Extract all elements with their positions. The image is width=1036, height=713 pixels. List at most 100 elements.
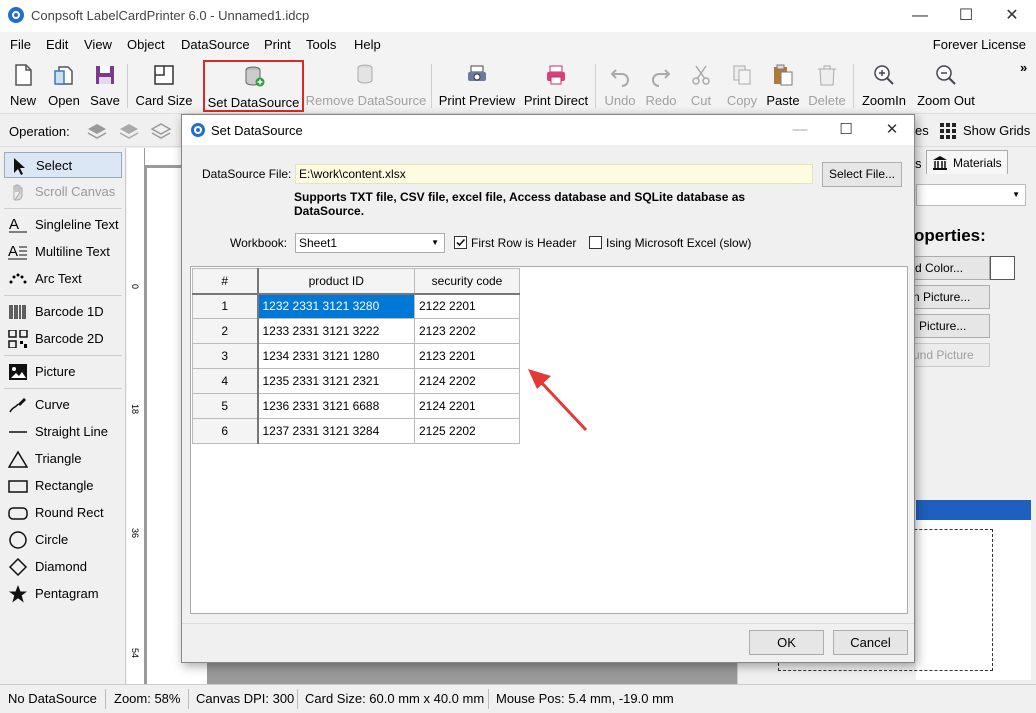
row-header[interactable]: 2 [192,318,259,344]
tool-triangle[interactable]: Triangle [4,446,122,472]
print-preview-button[interactable]: Print Preview [437,60,517,112]
set-datasource-button[interactable]: Set DataSource [203,60,304,112]
table-row[interactable]: 3 1234 2331 3121 1280 2123 2201 [192,343,520,369]
tool-arc-text[interactable]: Arc Text [4,266,122,292]
panel-tab-fragment[interactable]: s [915,156,922,171]
data-table[interactable]: # product ID security code 1 1232 2331 3… [192,268,520,444]
workbook-select[interactable]: Sheet1 ▼ [295,233,445,253]
table-cell[interactable]: 2124 2201 [414,393,520,419]
tool-circle[interactable]: Circle [4,527,122,553]
table-row[interactable]: 4 1235 2331 3121 2321 2124 2202 [192,368,520,394]
menu-print[interactable]: Print [264,37,291,52]
layer-bring-front-icon[interactable] [86,121,108,141]
tool-multiline-text[interactable]: A Multiline Text [4,239,122,265]
table-row[interactable]: 6 1237 2331 3121 3284 2125 2202 [192,418,520,444]
cut-button[interactable]: Cut [684,60,718,112]
table-row[interactable]: 2 1233 2331 3121 3222 2123 2202 [192,318,520,344]
row-header[interactable]: 1 [192,293,259,319]
print-direct-button[interactable]: Print Direct [521,60,591,112]
undo-label: Undo [604,93,636,108]
table-cell[interactable]: 1236 2331 3121 6688 [257,393,415,419]
menu-edit[interactable]: Edit [46,37,68,52]
tool-round-rect[interactable]: Round Rect [4,500,122,526]
save-button[interactable]: Save [86,60,124,112]
background-color-button[interactable]: d Color... [908,256,990,280]
zoom-out-button[interactable]: Zoom Out [913,60,979,112]
redo-button[interactable]: Redo [641,60,681,112]
tool-straight-line[interactable]: Straight Line [4,419,122,445]
open-picture-button[interactable]: n Picture... [908,285,990,309]
toolbar-overflow-icon[interactable]: » [1020,60,1027,75]
open-button[interactable]: Open [44,60,84,112]
table-header-row: # product ID security code [192,268,520,295]
zoom-in-button[interactable]: ZoomIn [858,60,910,112]
table-cell[interactable]: 1235 2331 3121 2321 [257,368,415,394]
tool-rectangle[interactable]: Rectangle [4,473,122,499]
table-cell[interactable]: 2123 2201 [414,343,520,369]
close-button[interactable]: ✕ [989,0,1035,32]
table-cell[interactable]: 1234 2331 3121 1280 [257,343,415,369]
first-row-header-label[interactable]: First Row is Header [471,236,576,250]
clear-background-picture-button[interactable]: und Picture [908,343,990,367]
new-button[interactable]: New [4,60,42,112]
tool-barcode-1d[interactable]: Barcode 1D [4,299,122,325]
zoom-out-icon [936,65,956,85]
table-cell[interactable]: 2125 2202 [414,418,520,444]
row-header[interactable]: 3 [192,343,259,369]
use-excel-checkbox[interactable] [589,236,602,249]
first-row-header-checkbox[interactable] [454,236,467,249]
tool-curve[interactable]: Curve [4,392,122,418]
menu-file[interactable]: File [10,37,31,52]
undo-button[interactable]: Undo [600,60,640,112]
select-file-button[interactable]: Select File... [822,162,902,187]
remove-datasource-button[interactable]: Remove DataSource [305,60,427,112]
table-cell-selected[interactable]: 1232 2331 3121 3280 [257,293,415,319]
paste-button[interactable]: Paste [763,60,803,112]
table-cell[interactable]: 2123 2202 [414,318,520,344]
dialog-minimize-button[interactable]: — [777,115,823,145]
menu-view[interactable]: View [84,37,112,52]
cancel-button[interactable]: Cancel [833,630,908,655]
table-row[interactable]: 5 1236 2331 3121 6688 2124 2201 [192,393,520,419]
tool-pentagram[interactable]: Pentagram [4,581,122,607]
layer-forward-icon[interactable] [118,121,140,141]
card-size-button[interactable]: Card Size [133,60,195,112]
tool-diamond[interactable]: Diamond [4,554,122,580]
table-cell[interactable]: 2124 2202 [414,368,520,394]
menu-object[interactable]: Object [127,37,165,52]
table-row[interactable]: 1 1232 2331 3121 3280 2122 2201 [192,293,520,319]
copy-button[interactable]: Copy [723,60,761,112]
row-header[interactable]: 6 [192,418,259,444]
data-preview-grid[interactable]: # product ID security code 1 1232 2331 3… [190,266,908,614]
maximize-button[interactable]: ☐ [943,0,989,32]
column-header[interactable]: product ID [257,268,415,295]
row-header[interactable]: 5 [192,393,259,419]
menu-help[interactable]: Help [354,37,381,52]
tool-picture[interactable]: Picture [4,359,122,385]
delete-button[interactable]: Delete [805,60,849,112]
column-header[interactable]: security code [414,268,520,295]
color-swatch[interactable] [990,256,1015,280]
tab-materials[interactable]: Materials [926,150,1008,174]
object-select-dropdown[interactable]: ▼ [916,184,1026,206]
table-cell[interactable]: 1237 2331 3121 3284 [257,418,415,444]
dialog-maximize-button[interactable]: ☐ [823,115,869,145]
dialog-close-button[interactable]: ✕ [869,115,915,145]
use-excel-label[interactable]: Ising Microsoft Excel (slow) [606,236,751,250]
tool-singleline-text[interactable]: A Singleline Text [4,212,122,238]
ok-button[interactable]: OK [749,630,824,655]
row-header[interactable]: 4 [192,368,259,394]
tool-select[interactable]: Select [4,152,122,178]
table-cell[interactable]: 2122 2201 [414,293,520,319]
menu-tools[interactable]: Tools [306,37,336,52]
tool-scroll-canvas[interactable]: Scroll Canvas [4,179,122,205]
tool-circle-label: Circle [35,532,69,547]
tool-barcode-2d[interactable]: Barcode 2D [4,326,122,352]
picture-button[interactable]: Picture... [908,314,990,338]
table-cell[interactable]: 1233 2331 3121 3222 [257,318,415,344]
layer-backward-icon[interactable] [150,121,172,141]
show-grids-toggle[interactable]: Show Grids [963,123,1030,138]
minimize-button[interactable]: — [897,0,943,32]
datasource-file-field[interactable]: E:\work\content.xlsx [295,164,813,184]
menu-datasource[interactable]: DataSource [181,37,250,52]
